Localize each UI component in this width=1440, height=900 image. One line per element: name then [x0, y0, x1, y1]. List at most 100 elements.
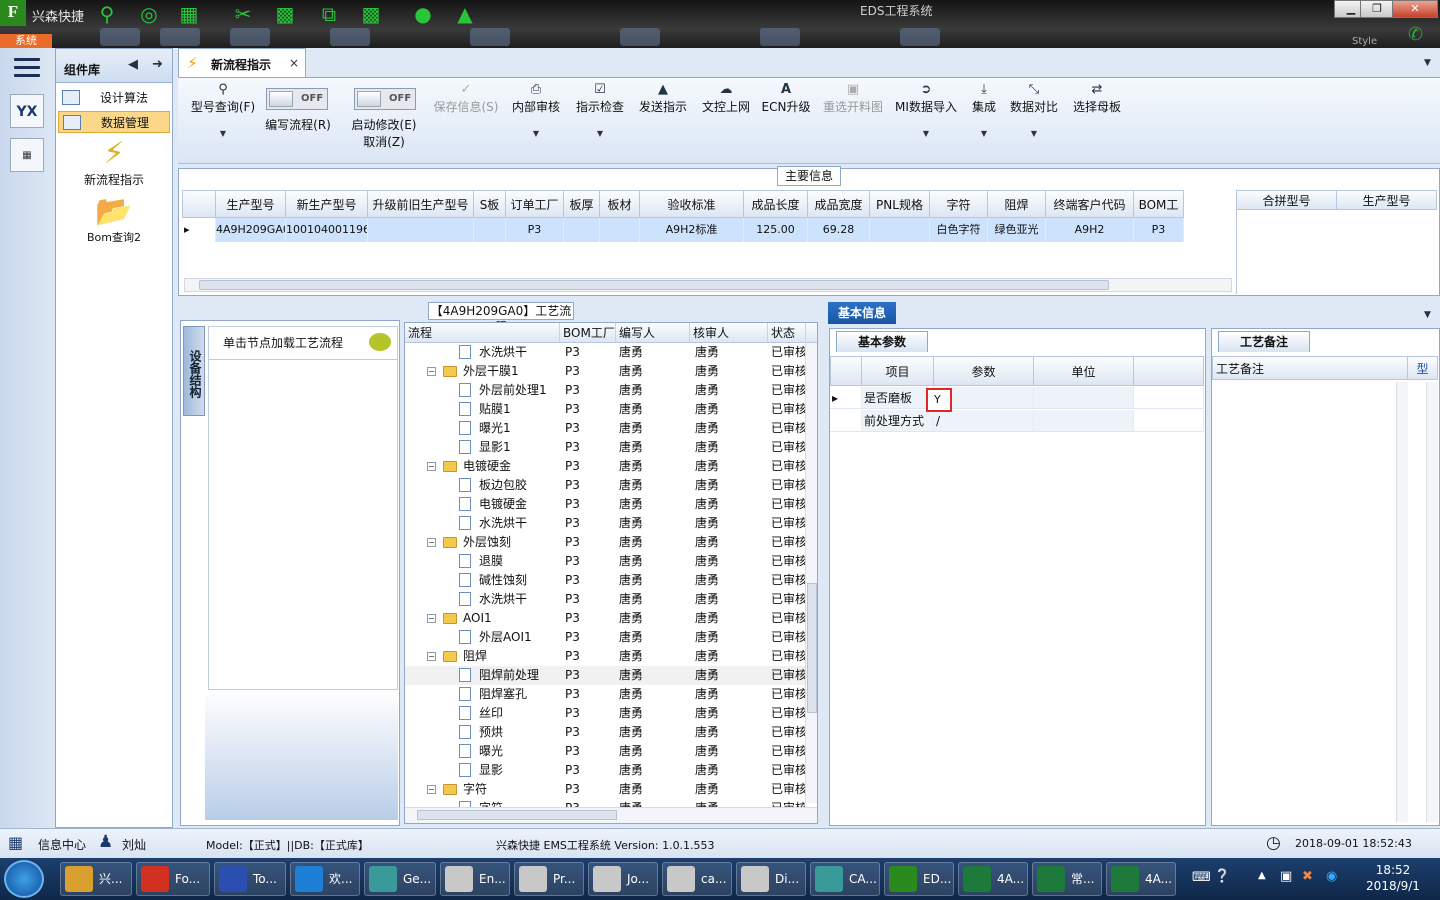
- lib-item-design-algorithm[interactable]: 设计算法: [58, 87, 170, 109]
- col-header[interactable]: 字符: [930, 190, 988, 218]
- data-compare-button[interactable]: ⤡ 数据对比 ▼: [1008, 82, 1060, 138]
- grid-cell[interactable]: 10010400119635: [286, 218, 368, 242]
- col-type[interactable]: 型: [1408, 356, 1438, 380]
- save-info-button[interactable]: ✓ 保存信息(S): [428, 82, 504, 115]
- users-icon[interactable]: ●: [410, 2, 436, 26]
- param-unit[interactable]: [1034, 410, 1134, 432]
- col-header[interactable]: 板厚: [564, 190, 600, 218]
- taskbar-item[interactable]: CA...: [810, 862, 880, 896]
- select-mother-board-button[interactable]: ⇄ 选择母板: [1070, 82, 1124, 115]
- tree-row[interactable]: 水洗烘干 P3 唐勇 唐勇 已审核: [405, 343, 805, 362]
- model-query-button[interactable]: ⚲ 型号查询(F) ▼: [184, 82, 262, 138]
- tab-basic-info[interactable]: 基本信息: [828, 302, 896, 324]
- yx-module-icon[interactable]: YX: [10, 94, 44, 128]
- param-value-edit[interactable]: Y: [926, 388, 952, 412]
- col-header[interactable]: 成品长度: [744, 190, 808, 218]
- style-menu[interactable]: Style: [1352, 36, 1377, 47]
- process-tree-vscroll[interactable]: [805, 343, 817, 803]
- maximize-button[interactable]: ❐: [1360, 0, 1394, 18]
- tree-row[interactable]: 显影1 P3 唐勇 唐勇 已审核: [405, 438, 805, 457]
- mi-data-import-button[interactable]: ➲ MI数据导入 ▼: [892, 82, 960, 138]
- row-selector-icon[interactable]: ▸: [182, 218, 216, 242]
- col-header[interactable]: 终端客户代码: [1046, 190, 1134, 218]
- ecn-upgrade-button[interactable]: A ECN升级: [760, 82, 812, 115]
- taskbar-clock[interactable]: 18:52 2018/9/1: [1348, 862, 1438, 894]
- tree-row[interactable]: 贴膜1 P3 唐勇 唐勇 已审核: [405, 400, 805, 419]
- col-param[interactable]: 参数: [934, 356, 1034, 386]
- tree-row[interactable]: − AOI1 P3 唐勇 唐勇 已审核: [405, 609, 805, 628]
- lib-item-data-management[interactable]: 数据管理: [58, 111, 170, 133]
- taskbar-item[interactable]: To...: [214, 862, 286, 896]
- edit-process-toggle[interactable]: OFF: [266, 88, 328, 110]
- grid-cell[interactable]: 白色字符: [930, 218, 988, 242]
- grid-cell[interactable]: [870, 218, 930, 242]
- tab-new-process[interactable]: ⚡ 新流程指示 ×: [178, 48, 306, 78]
- grid-cell[interactable]: A9H2标准: [640, 218, 744, 242]
- col-header[interactable]: PNL规格: [870, 190, 930, 218]
- grid-cell[interactable]: P3: [506, 218, 564, 242]
- send-indication-button[interactable]: ▲ 发送指示: [636, 82, 690, 115]
- row-selector-icon[interactable]: ▸: [830, 387, 862, 409]
- collapse-icon[interactable]: −: [427, 652, 436, 661]
- col-reviewer[interactable]: 核审人: [690, 323, 768, 343]
- param-unit[interactable]: [1034, 387, 1134, 409]
- tab-close-icon[interactable]: ×: [289, 56, 299, 70]
- tree-row[interactable]: 板边包胶 P3 唐勇 唐勇 已审核: [405, 476, 805, 495]
- collapse-icon[interactable]: −: [427, 462, 436, 471]
- tab-basic-params[interactable]: 基本参数: [836, 331, 928, 352]
- basic-info-dropdown-icon[interactable]: ▼: [1424, 310, 1431, 320]
- tab-process-notes[interactable]: 工艺备注: [1218, 331, 1310, 352]
- col-writer[interactable]: 编写人: [616, 323, 690, 343]
- tree-row[interactable]: 预烘 P3 唐勇 唐勇 已审核: [405, 723, 805, 742]
- phone-icon[interactable]: ✆: [1408, 24, 1423, 45]
- system-tab[interactable]: 系统: [0, 34, 52, 48]
- table-icon[interactable]: ▦: [176, 2, 202, 26]
- lifebuoy-icon[interactable]: ◎: [136, 2, 162, 26]
- col-header[interactable]: 升级前旧生产型号: [368, 190, 474, 218]
- tree-row[interactable]: − 阻焊 P3 唐勇 唐勇 已审核: [405, 647, 805, 666]
- grid-cell[interactable]: [474, 218, 506, 242]
- col-header[interactable]: S板: [474, 190, 506, 218]
- grid-cell[interactable]: [600, 218, 640, 242]
- tree-row[interactable]: 曝光1 P3 唐勇 唐勇 已审核: [405, 419, 805, 438]
- col-merge-model[interactable]: 合拼型号: [1237, 190, 1337, 210]
- tree-row[interactable]: 阻焊前处理 P3 唐勇 唐勇 已审核: [405, 666, 805, 685]
- param-item[interactable]: 是否磨板: [862, 387, 934, 409]
- collapse-icon[interactable]: −: [427, 367, 436, 376]
- grid-cell[interactable]: A9H2: [1046, 218, 1134, 242]
- tab-equipment-structure[interactable]: 设备结构: [183, 326, 205, 416]
- tray-network-icon[interactable]: ▣: [1280, 869, 1292, 884]
- col-header[interactable]: 阻焊: [988, 190, 1046, 218]
- col-header[interactable]: 订单工厂: [506, 190, 564, 218]
- col-header[interactable]: 成品宽度: [808, 190, 870, 218]
- taskbar-item[interactable]: 欢...: [290, 862, 360, 896]
- col-status[interactable]: 状态: [768, 323, 806, 343]
- tree-row[interactable]: 外层AOI1 P3 唐勇 唐勇 已审核: [405, 628, 805, 647]
- tree-row[interactable]: − 外层干膜1 P3 唐勇 唐勇 已审核: [405, 362, 805, 381]
- tray-help-icon[interactable]: ❔: [1214, 869, 1230, 884]
- col-process[interactable]: 流程: [405, 323, 560, 343]
- tree-row[interactable]: 水洗烘干 P3 唐勇 唐勇 已审核: [405, 514, 805, 533]
- col-process-notes[interactable]: 工艺备注: [1212, 356, 1408, 380]
- tree-row[interactable]: 外层前处理1 P3 唐勇 唐勇 已审核: [405, 381, 805, 400]
- taskbar-item[interactable]: En...: [440, 862, 510, 896]
- grid-icon[interactable]: ▩: [358, 2, 384, 26]
- process-tree-hscroll[interactable]: [405, 807, 817, 823]
- grid-cell[interactable]: [368, 218, 474, 242]
- notes-vscroll-2[interactable]: [1426, 382, 1438, 822]
- taskbar-item[interactable]: 4A...: [1106, 862, 1176, 896]
- main-info-hscroll[interactable]: [184, 278, 1232, 292]
- tray-keyboard-icon[interactable]: ⌨: [1192, 870, 1211, 885]
- collapse-left-icon[interactable]: ◀: [128, 57, 138, 72]
- taskbar-item[interactable]: Pr...: [514, 862, 584, 896]
- taskbar-item[interactable]: Fo...: [136, 862, 210, 896]
- tree-row[interactable]: 电镀硬金 P3 唐勇 唐勇 已审核: [405, 495, 805, 514]
- param-value[interactable]: /: [934, 410, 1034, 432]
- new-process-indicator-item[interactable]: ⚡ 新流程指示: [58, 137, 170, 188]
- grid-cell[interactable]: 125.00: [744, 218, 808, 242]
- calculator-icon[interactable]: ▦: [10, 138, 44, 172]
- reselect-cutting-button[interactable]: ▣ 重选开料图: [818, 82, 888, 115]
- menu-icon[interactable]: [14, 58, 40, 78]
- start-button[interactable]: [4, 860, 44, 898]
- tab-dropdown-icon[interactable]: ▼: [1424, 58, 1431, 68]
